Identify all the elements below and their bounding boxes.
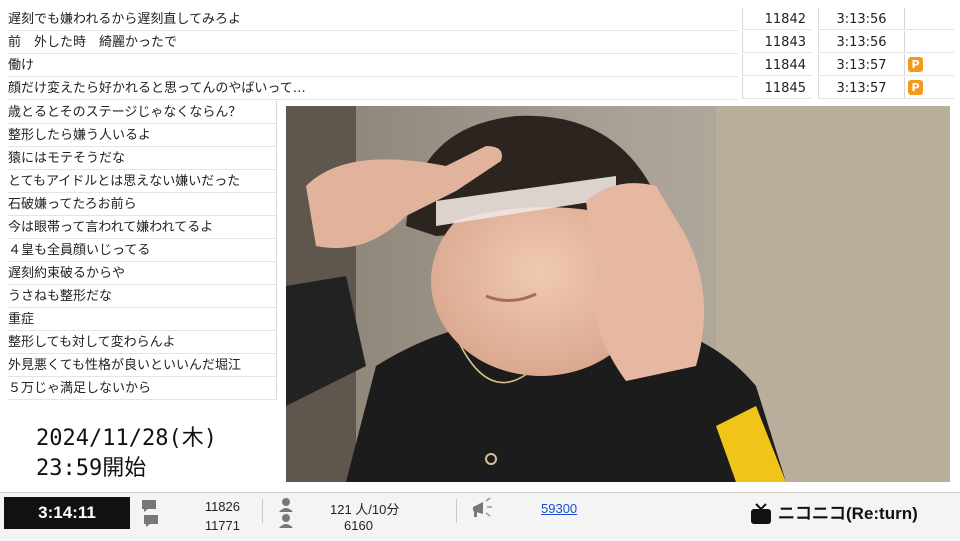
comment-text: 今は眼帯って言われて嫌われてるよ	[8, 216, 277, 239]
comment-time: 3:13:57	[818, 54, 904, 76]
comment-text: 外見悪くても性格が良いといいんだ堀江	[8, 354, 277, 377]
comment-flag: P	[904, 77, 954, 99]
comment-row[interactable]: ４皇も全員顔いじってる	[0, 239, 278, 262]
comment-row[interactable]: 前 外した時 綺麗かったで 11843 3:13:56	[0, 31, 960, 54]
comment-flag: P	[904, 54, 954, 76]
broadcast-date: 2024/11/28(木)	[36, 426, 217, 451]
comment-row[interactable]: 働け 11844 3:13:57 P	[0, 54, 960, 77]
divider	[262, 499, 263, 523]
comment-time: 3:13:56	[818, 31, 904, 53]
tv-icon	[751, 503, 771, 524]
logo-text: ニコニコ(Re:turn)	[778, 504, 918, 523]
premium-badge: P	[908, 57, 923, 72]
comment-row[interactable]: 顔だけ変えたら好かれると思ってんのやばいって… 11845 3:13:57 P	[0, 77, 960, 100]
comment-flag	[904, 31, 954, 53]
comment-text: とてもアイドルとは思えない嫌いだった	[8, 170, 277, 193]
viewers-rate: 121 人/10分	[330, 502, 400, 517]
comment-number: 11843	[742, 31, 812, 53]
comment-text: 猿にはモテそうだな	[8, 147, 277, 170]
comment-row[interactable]: 遅刻約束破るからや	[0, 262, 278, 285]
video-player[interactable]	[286, 106, 950, 482]
comment-row[interactable]: うさねも整形だな	[0, 285, 278, 308]
comment-row[interactable]: とてもアイドルとは思えない嫌いだった	[0, 170, 278, 193]
viewers-total: 6160	[344, 518, 373, 533]
comment-text: うさねも整形だな	[8, 285, 277, 308]
comment-row[interactable]: 外見悪くても性格が良いといいんだ堀江	[0, 354, 278, 377]
video-frame	[286, 106, 950, 482]
person-icon	[279, 498, 293, 528]
comment-text: 石破嫌ってたろお前ら	[8, 193, 277, 216]
comment-row[interactable]: ５万じゃ満足しないから	[0, 377, 278, 400]
comment-text: 前 外した時 綺麗かったで	[8, 31, 738, 54]
divider	[456, 499, 457, 523]
comment-row[interactable]: 石破嫌ってたろお前ら	[0, 193, 278, 216]
speech-bubble-icon	[142, 500, 158, 527]
comment-text: 働け	[8, 54, 738, 77]
comment-text: ４皇も全員顔いじってる	[8, 239, 277, 262]
megaphone-icon	[473, 497, 492, 517]
comment-number: 11842	[742, 8, 812, 30]
comment-count: 11826	[204, 499, 240, 514]
comment-count-sub: 11771	[204, 518, 240, 533]
comment-row[interactable]: 整形しても対して変わらんよ	[0, 331, 278, 354]
comment-row[interactable]: 重症	[0, 308, 278, 331]
comment-row[interactable]: 整形したら嫌う人いるよ	[0, 124, 278, 147]
comment-row[interactable]: 今は眼帯って言われて嫌われてるよ	[0, 216, 278, 239]
comment-time: 3:13:57	[818, 77, 904, 99]
elapsed-time: 3:14:11	[4, 497, 130, 529]
broadcast-start: 23:59開始	[36, 456, 147, 481]
premium-badge: P	[908, 80, 923, 95]
comment-row[interactable]: 猿にはモテそうだな	[0, 147, 278, 170]
status-bar: 3:14:11 11826 11771 121 人/10分 6160 59300…	[0, 492, 960, 541]
comment-text: 整形したら嫌う人いるよ	[8, 124, 277, 147]
comment-number: 11844	[742, 54, 812, 76]
broadcast-info: 2024/11/28(木) 23:59開始	[36, 424, 217, 484]
comment-text: 遅刻約束破るからや	[8, 262, 277, 285]
comment-text: ５万じゃ満足しないから	[8, 377, 277, 400]
comment-text: 遅刻でも嫌われるから遅刻直してみろよ	[8, 8, 738, 31]
comment-text: 歳とるとそのステージじゃなくならん？	[8, 101, 277, 124]
comment-text: 整形しても対して変わらんよ	[8, 331, 277, 354]
comment-flag	[904, 8, 954, 30]
comment-number: 11845	[742, 77, 812, 99]
comment-row[interactable]: 歳とるとそのステージじゃなくならん？	[0, 101, 278, 124]
comment-text: 重症	[8, 308, 277, 331]
comment-time: 3:13:56	[818, 8, 904, 30]
ad-points-link[interactable]: 59300	[541, 501, 577, 516]
comment-row[interactable]: 遅刻でも嫌われるから遅刻直してみろよ 11842 3:13:56	[0, 8, 960, 31]
comment-text: 顔だけ変えたら好かれると思ってんのやばいって…	[8, 77, 738, 100]
